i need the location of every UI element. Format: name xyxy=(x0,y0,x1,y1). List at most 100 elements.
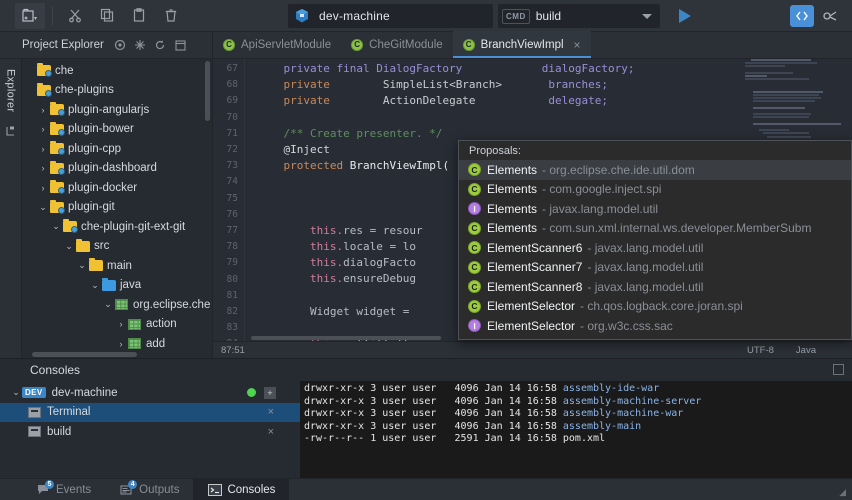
console-list-item[interactable]: build × xyxy=(0,422,300,442)
cut-icon[interactable] xyxy=(60,3,90,29)
explorer-vertical-scrollbar[interactable] xyxy=(205,61,210,121)
tree-item[interactable]: › plugin-angularjs xyxy=(22,100,212,120)
paste-icon[interactable] xyxy=(124,3,154,29)
proposal-package: - javax.lang.model.util xyxy=(587,260,704,275)
chevron-right-icon[interactable]: › xyxy=(37,124,49,134)
minimap-line xyxy=(763,132,809,135)
target-icon[interactable] xyxy=(114,39,127,52)
tree-item-label: plugin-git xyxy=(68,201,115,214)
tree-item[interactable]: ⌄ main xyxy=(22,256,212,276)
chevron-right-icon[interactable]: › xyxy=(37,183,49,193)
tree-item[interactable]: › plugin-docker xyxy=(22,178,212,198)
java-class-icon: C xyxy=(468,299,481,313)
copy-icon[interactable] xyxy=(92,3,122,29)
proposal-item[interactable]: C Elements - com.sun.xml.internal.ws.devel… xyxy=(459,219,851,239)
bottom-tab-label: Events xyxy=(56,483,92,496)
project-folder-icon xyxy=(36,63,52,78)
new-project-icon[interactable] xyxy=(15,2,45,29)
command-selector[interactable]: CMD build xyxy=(498,4,660,28)
rail-label-explorer[interactable]: Explorer xyxy=(5,69,17,112)
console-list-item[interactable]: ⌄ DEV dev-machine + xyxy=(0,383,300,403)
chevron-down-icon[interactable]: ⌄ xyxy=(102,299,114,310)
chevron-right-icon[interactable]: › xyxy=(37,163,49,173)
editor-horizontal-scrollbar[interactable] xyxy=(251,336,441,340)
close-icon[interactable]: × xyxy=(574,38,581,52)
code-token: res = resour xyxy=(343,223,423,237)
proposal-item[interactable]: C ElementScanner8 - javax.lang.model.util xyxy=(459,277,851,297)
delete-icon[interactable] xyxy=(156,3,186,29)
proposal-item[interactable]: C ElementSelectorImpl - org.w3c.flute.pars… xyxy=(459,336,851,339)
consoles-icon xyxy=(207,483,222,496)
bottom-tab-label: Outputs xyxy=(139,483,180,496)
chevron-down-icon[interactable]: ⌄ xyxy=(63,241,75,252)
collapse-panel-icon[interactable] xyxy=(833,364,844,375)
proposal-item[interactable]: C ElementScanner7 - javax.lang.model.util xyxy=(459,258,851,278)
preferences-icon[interactable] xyxy=(818,5,842,27)
chevron-down-icon[interactable]: ⌄ xyxy=(37,202,49,213)
chevron-right-icon[interactable]: › xyxy=(115,319,127,329)
structure-icon[interactable] xyxy=(5,126,16,140)
tree-item[interactable]: ⌄ plugin-git xyxy=(22,198,212,218)
proposal-item[interactable]: I ElementSelector - org.w3c.css.sac xyxy=(459,316,851,336)
add-terminal-button[interactable]: + xyxy=(264,386,276,399)
refresh-icon[interactable] xyxy=(154,39,167,52)
project-folder-icon xyxy=(49,180,65,195)
machine-selector[interactable]: dev-machine xyxy=(288,4,493,28)
tree-item[interactable]: ⌄ che-plugin-git-ext-git xyxy=(22,217,212,237)
tab-consoles[interactable]: Consoles xyxy=(193,479,290,500)
tab-CheGitModule[interactable]: C CheGitModule xyxy=(341,31,453,58)
proposal-item[interactable]: C ElementScanner6 - javax.lang.model.util xyxy=(459,238,851,258)
chevron-right-icon[interactable]: › xyxy=(37,105,49,115)
run-button[interactable] xyxy=(674,6,694,26)
file-encoding: UTF-8 xyxy=(747,344,774,356)
tree-item-label: che-plugins xyxy=(55,84,114,97)
tab-BranchViewImpl[interactable]: C BranchViewImpl × xyxy=(452,31,591,58)
tab-outputs[interactable]: 4 Outputs xyxy=(105,479,193,500)
proposal-item[interactable]: C Elements - org.eclipse.che.ide.util.dom xyxy=(459,160,851,180)
tree-item[interactable]: che xyxy=(22,61,212,81)
consoles-panel: Consoles ⌄ DEV dev-machine + Terminal × build ×… xyxy=(0,358,852,478)
code-completion-popup[interactable]: Proposals: C Elements - org.eclipse.che.id… xyxy=(458,140,852,340)
chevron-down-icon[interactable]: ⌄ xyxy=(10,387,22,398)
tree-item[interactable]: che-plugins xyxy=(22,81,212,101)
line-number: 83 xyxy=(226,322,238,334)
consoles-panel-header: Consoles xyxy=(0,359,852,381)
chevron-down-icon[interactable]: ⌄ xyxy=(89,280,101,291)
close-icon[interactable]: × xyxy=(268,426,274,438)
tab-events[interactable]: 5 Events xyxy=(22,479,105,500)
code-toggle-icon[interactable] xyxy=(790,4,814,27)
chevron-down-icon[interactable]: ⌄ xyxy=(50,221,62,232)
project-explorer-tree[interactable]: che che-plugins › plugin-angularjs › plugin-b… xyxy=(22,59,213,358)
tree-item[interactable]: › plugin-bower xyxy=(22,120,212,140)
chevron-down-icon[interactable] xyxy=(642,13,652,19)
maximize-icon[interactable] xyxy=(174,39,187,52)
chevron-right-icon[interactable]: › xyxy=(37,144,49,154)
tree-item[interactable]: ⌄ src xyxy=(22,237,212,257)
tree-item[interactable]: › plugin-dashboard xyxy=(22,159,212,179)
proposal-item[interactable]: I Elements - javax.lang.model.util xyxy=(459,199,851,219)
collapse-all-icon[interactable] xyxy=(134,39,147,52)
consoles-list[interactable]: ⌄ DEV dev-machine + Terminal × build × xyxy=(0,381,300,478)
java-class-icon: C xyxy=(468,163,481,177)
proposal-item[interactable]: C Elements - com.google.inject.spi xyxy=(459,180,851,200)
machine-name: dev-machine xyxy=(319,9,390,23)
minimap-line xyxy=(753,122,841,125)
project-folder-icon xyxy=(49,160,65,175)
tree-item[interactable]: ⌄ java xyxy=(22,276,212,296)
proposal-item[interactable]: C ElementSelector - ch.qos.logback.core.jo… xyxy=(459,297,851,317)
resize-grip-icon[interactable]: ◢ xyxy=(839,487,846,498)
tree-item[interactable]: › plugin-cpp xyxy=(22,139,212,159)
explorer-horizontal-scrollbar[interactable] xyxy=(32,352,137,357)
terminal-line-meta: drwxr-xr-x 3 user user 4096 Jan 14 16:58 xyxy=(304,420,563,432)
console-item-label: dev-machine xyxy=(51,386,118,399)
terminal-output[interactable]: drwxr-xr-x 3 user user 4096 Jan 14 16:58… xyxy=(300,381,852,478)
close-icon[interactable]: × xyxy=(268,406,274,418)
tree-item[interactable]: ⌄ org.eclipse.che xyxy=(22,295,212,315)
chevron-down-icon[interactable]: ⌄ xyxy=(76,260,88,271)
console-item-label: build xyxy=(47,425,72,438)
tab-ApiServletModule[interactable]: C ApiServletModule xyxy=(213,31,341,58)
chevron-right-icon[interactable]: › xyxy=(115,339,127,349)
console-list-item[interactable]: Terminal × xyxy=(0,402,300,422)
tree-item[interactable]: › action xyxy=(22,315,212,335)
terminal-file-name: assembly-main xyxy=(562,420,642,432)
